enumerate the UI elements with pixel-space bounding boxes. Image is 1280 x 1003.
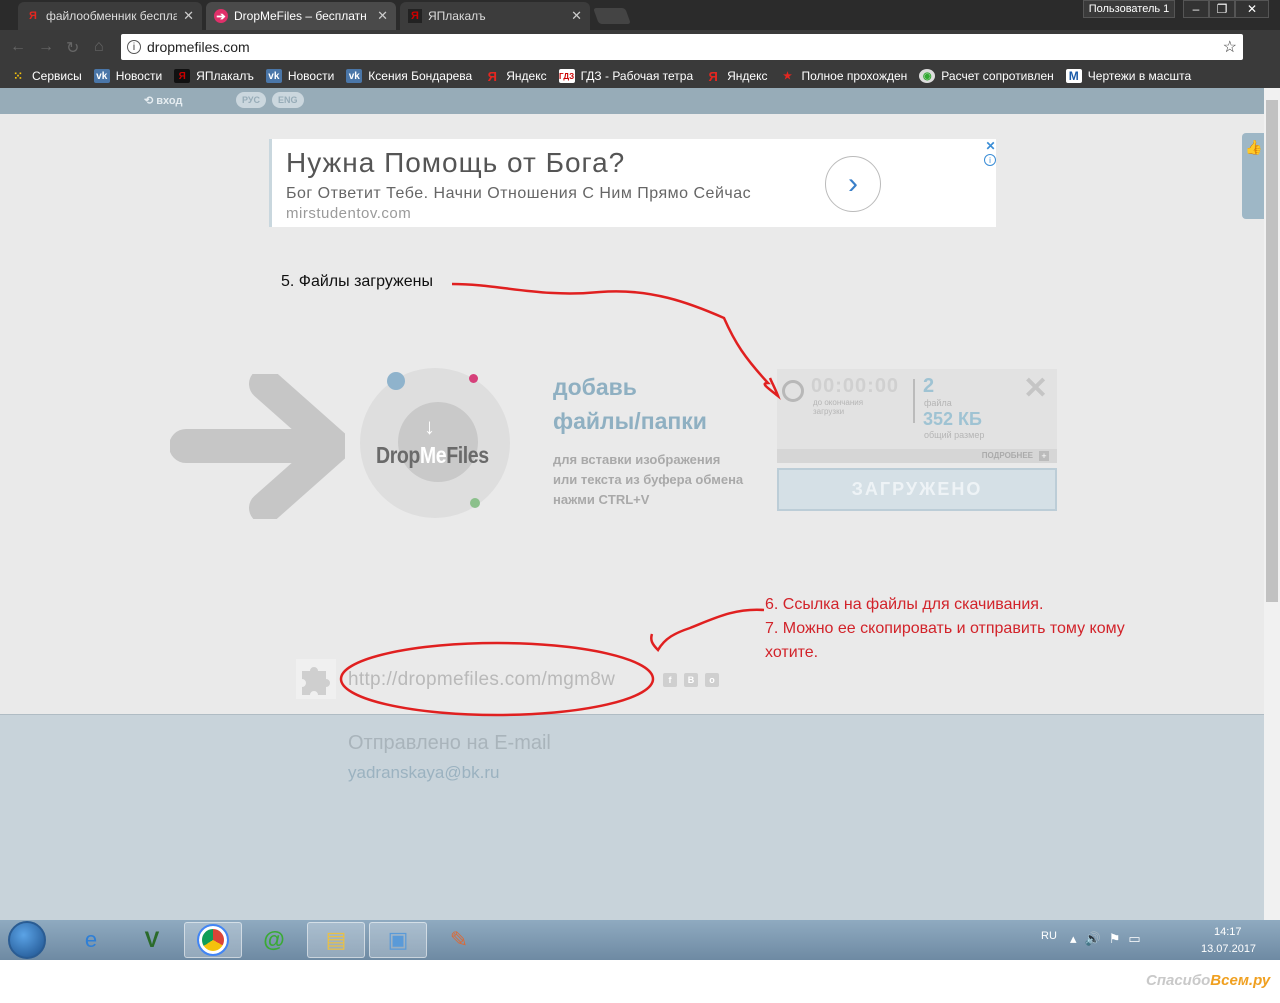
bookmark-label: ЯПлакалъ [196, 69, 254, 83]
forward-icon[interactable]: → [38, 38, 54, 56]
dropmefiles-icon: ➔ [214, 9, 228, 23]
star-icon: ★ [783, 70, 792, 82]
bookmark-label: Полное прохожден [801, 69, 908, 83]
yandex-icon: Я [29, 10, 37, 22]
bookmark-gdz[interactable]: ГДЗ ГДЗ - Рабочая тетра [558, 69, 694, 83]
vk-icon: vk [93, 69, 110, 83]
bookmark-resistance[interactable]: ◉ Расчет сопротивлен [919, 69, 1054, 83]
bookmark-yandex[interactable]: Я Яндекс [484, 68, 547, 84]
close-icon[interactable]: ✕ [571, 8, 582, 24]
thumbs-up-icon: 👍 [1245, 139, 1263, 155]
tab-yandex[interactable]: Я файлообменник беспла ✕ [18, 2, 202, 30]
info-icon[interactable]: i [127, 40, 141, 54]
thumbs-up-widget[interactable]: 👍 [1242, 133, 1264, 219]
scroll-thumb[interactable] [1266, 100, 1278, 602]
bookmark-drawings[interactable]: M Чертежи в масшта [1065, 69, 1192, 83]
yandex-icon: Я [487, 68, 497, 84]
photo-viewer-icon[interactable]: ▣ [369, 922, 427, 958]
url-text: dropmefiles.com [147, 39, 250, 55]
bookmark-label: Яндекс [727, 69, 768, 83]
new-tab-button[interactable] [593, 8, 631, 24]
start-button[interactable] [8, 921, 46, 959]
yandex-icon: Я [708, 68, 718, 84]
clock-date[interactable]: 13.07.2017 [1201, 943, 1256, 955]
bookmark-services[interactable]: ⁙ Сервисы [10, 69, 82, 83]
tab-dropmefiles[interactable]: ➔ DropMeFiles – бесплатн ✕ [206, 2, 396, 30]
vk-icon: vk [265, 69, 282, 83]
bookmark-vk-kseniya[interactable]: vk Ксения Бондарева [346, 69, 472, 83]
watermark: СпасибоВсем.ру [1146, 972, 1271, 989]
maximize-icon[interactable]: ❐ [1209, 0, 1235, 18]
vk-icon: vk [346, 69, 363, 83]
chrome-taskbar-item[interactable] [184, 922, 242, 958]
page-content: ⟲ вход РУС ENG Нужна Помощь от Бога? Бог… [0, 88, 1264, 920]
clock-time[interactable]: 14:17 [1214, 926, 1242, 938]
tab-title: файлообменник беспла [46, 9, 178, 23]
tray-icons[interactable]: ▴🔊⚑▭ [1070, 931, 1149, 947]
screenshot-root: Я файлообменник беспла ✕ ➔ DropMeFiles –… [0, 0, 1280, 1003]
bookmark-yaplakal[interactable]: Я ЯПлакалъ [174, 69, 254, 83]
yaplakal-icon: Я [174, 69, 191, 83]
bookmark-star-icon[interactable]: ☆ [1223, 37, 1237, 57]
globe-icon: ◉ [919, 69, 936, 83]
page-scrollbar[interactable] [1264, 88, 1280, 920]
bookmark-vk-news[interactable]: vk Новости [93, 69, 163, 83]
back-icon[interactable]: ← [10, 38, 26, 56]
gdz-icon: ГДЗ [558, 69, 575, 83]
bookmark-walkthrough[interactable]: ★ Полное прохожден [780, 69, 908, 83]
minimize-icon[interactable]: – [1183, 0, 1209, 18]
chrome-icon [197, 924, 229, 956]
apps-grid-icon: ⁙ [12, 69, 24, 83]
profile-button[interactable]: Пользователь 1 [1083, 0, 1175, 18]
m-icon: M [1065, 69, 1082, 83]
ie-icon[interactable]: e [62, 922, 120, 958]
annotation-overlay [339, 282, 781, 717]
bookmark-label: Расчет сопротивлен [941, 69, 1054, 83]
bookmark-label: Чертежи в масшта [1087, 69, 1192, 83]
explorer-icon[interactable]: ▤ [307, 922, 365, 958]
paint-icon[interactable]: ✎ [430, 922, 488, 958]
bookmark-label: Новости [115, 69, 163, 83]
mail-agent-icon[interactable]: @ [245, 922, 303, 958]
browser-toolbar: ← → ↻ ⌂ i dropmefiles.com ☆ [0, 30, 1280, 64]
bookmark-yandex-2[interactable]: Я Яндекс [705, 68, 768, 84]
bookmark-label: Новости [287, 69, 335, 83]
bookmarks-bar: ⁙ Сервисы vk Новости Я ЯПлакалъ vk Новос… [0, 64, 1280, 88]
bookmark-vk-news-2[interactable]: vk Новости [265, 69, 335, 83]
window-close-icon[interactable]: ✕ [1235, 0, 1269, 18]
tab-title: DropMeFiles – бесплатн [234, 9, 367, 23]
tab-title: ЯПлакалъ [428, 9, 486, 23]
windows-taskbar: e V @ ▤ ▣ ✎ RU ▴🔊⚑▭ 14:17 13.07.2017 [0, 920, 1280, 960]
browser-tab-strip: Я файлообменник беспла ✕ ➔ DropMeFiles –… [0, 0, 1280, 30]
tab-yaplakal[interactable]: Я ЯПлакалъ ✕ [400, 2, 590, 30]
bottom-strip [0, 960, 1280, 1003]
close-icon[interactable]: ✕ [377, 8, 388, 24]
bookmark-label: Ксения Бондарева [368, 69, 473, 83]
yaplakal-icon: Я [408, 9, 422, 23]
bookmark-label: Сервисы [32, 69, 82, 83]
gta-icon[interactable]: V [123, 922, 181, 958]
bookmark-label: Яндекс [506, 69, 547, 83]
language-indicator[interactable]: RU [1041, 930, 1057, 942]
close-icon[interactable]: ✕ [183, 8, 194, 24]
bookmark-label: ГДЗ - Рабочая тетра [580, 69, 694, 83]
address-bar[interactable]: i dropmefiles.com ☆ [121, 34, 1243, 60]
reload-icon[interactable]: ↻ [66, 38, 79, 58]
home-icon[interactable]: ⌂ [94, 38, 104, 56]
